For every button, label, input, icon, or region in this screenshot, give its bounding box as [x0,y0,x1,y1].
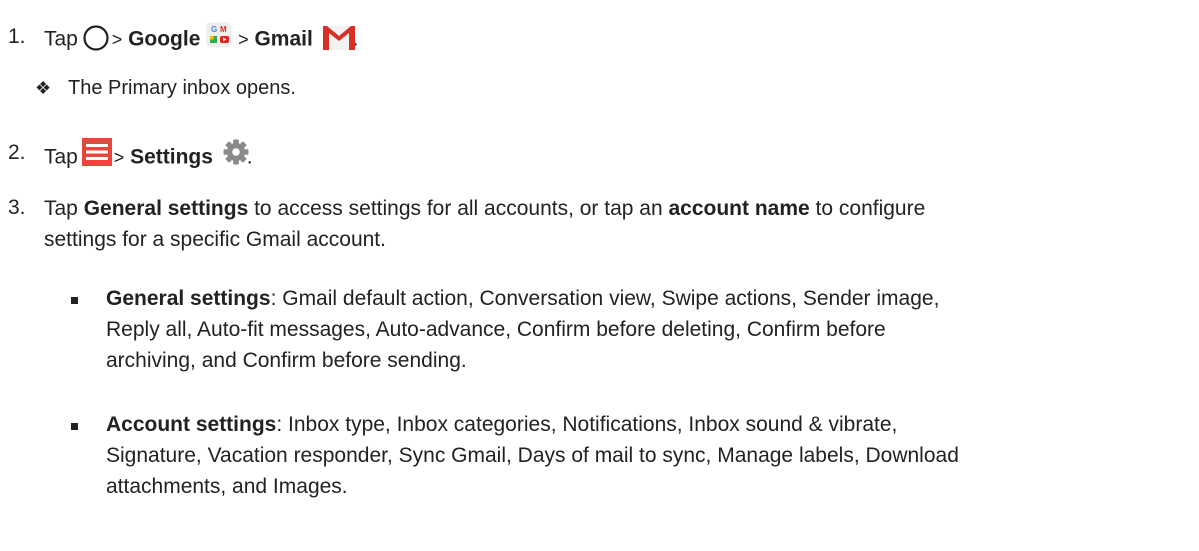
step-2-settings: Settings [130,145,213,169]
step-3-number: 3. [8,196,26,219]
bullet-1-label: General settings [106,287,271,310]
step-1-line: Tap > Google G M > Gmail . [44,22,359,58]
svg-text:G: G [211,25,217,34]
svg-text:M: M [220,25,227,34]
bullet-2-line1: : Inbox type, Inbox categories, Notifica… [276,413,898,436]
result-diamond-icon: ❖ [35,78,52,98]
bullet-square-icon [71,423,78,430]
gear-icon [223,139,249,165]
bullet-1-line3: archiving, and Confirm before sending. [106,349,467,372]
step-3-t3: to configure [809,197,926,220]
step-1-google: Google [128,27,201,51]
google-folder-icon: G M [206,22,232,48]
step-1-result: The Primary inbox opens. [68,77,296,99]
bullet-general-settings: General settings: Gmail default action, … [106,283,1196,376]
step-2-sep: > [113,147,125,168]
gmail-icon [322,23,356,51]
step-1-tap: Tap [44,27,78,51]
step-3-b2: account name [668,197,810,220]
bullet-account-settings: Account settings: Inbox type, Inbox cate… [106,409,1196,502]
menu-icon [81,138,112,166]
bullet-2-line3: attachments, and Images. [106,475,348,498]
bullet-square-icon [71,297,78,304]
step-1-gmail: Gmail [254,27,313,51]
step-1-number: 1. [8,25,26,48]
bullet-1-line1: : Gmail default action, Conversation vie… [270,287,940,310]
bullet-2-line2: Signature, Vacation responder, Sync Gmai… [106,444,959,467]
step-3-b1: General settings [83,197,249,220]
step-2-tap: Tap [44,145,78,169]
step-2-line: Tap > Settings . [44,138,253,178]
bullet-1-line2: Reply all, Auto-fit messages, Auto-advan… [106,318,886,341]
step-3-t2: to access settings for all accounts, or … [248,197,669,220]
step-3-t1: Tap [44,197,84,220]
step-1-sep2: > [238,29,249,50]
step-2-number: 2. [8,141,26,164]
step-3-line2: settings for a specific Gmail account. [44,228,386,251]
bullet-2-label: Account settings [106,413,277,436]
step-3-text: Tap General settings to access settings … [44,193,1194,255]
step-1-sep1: > [111,29,123,50]
home-circle-icon [82,24,110,52]
